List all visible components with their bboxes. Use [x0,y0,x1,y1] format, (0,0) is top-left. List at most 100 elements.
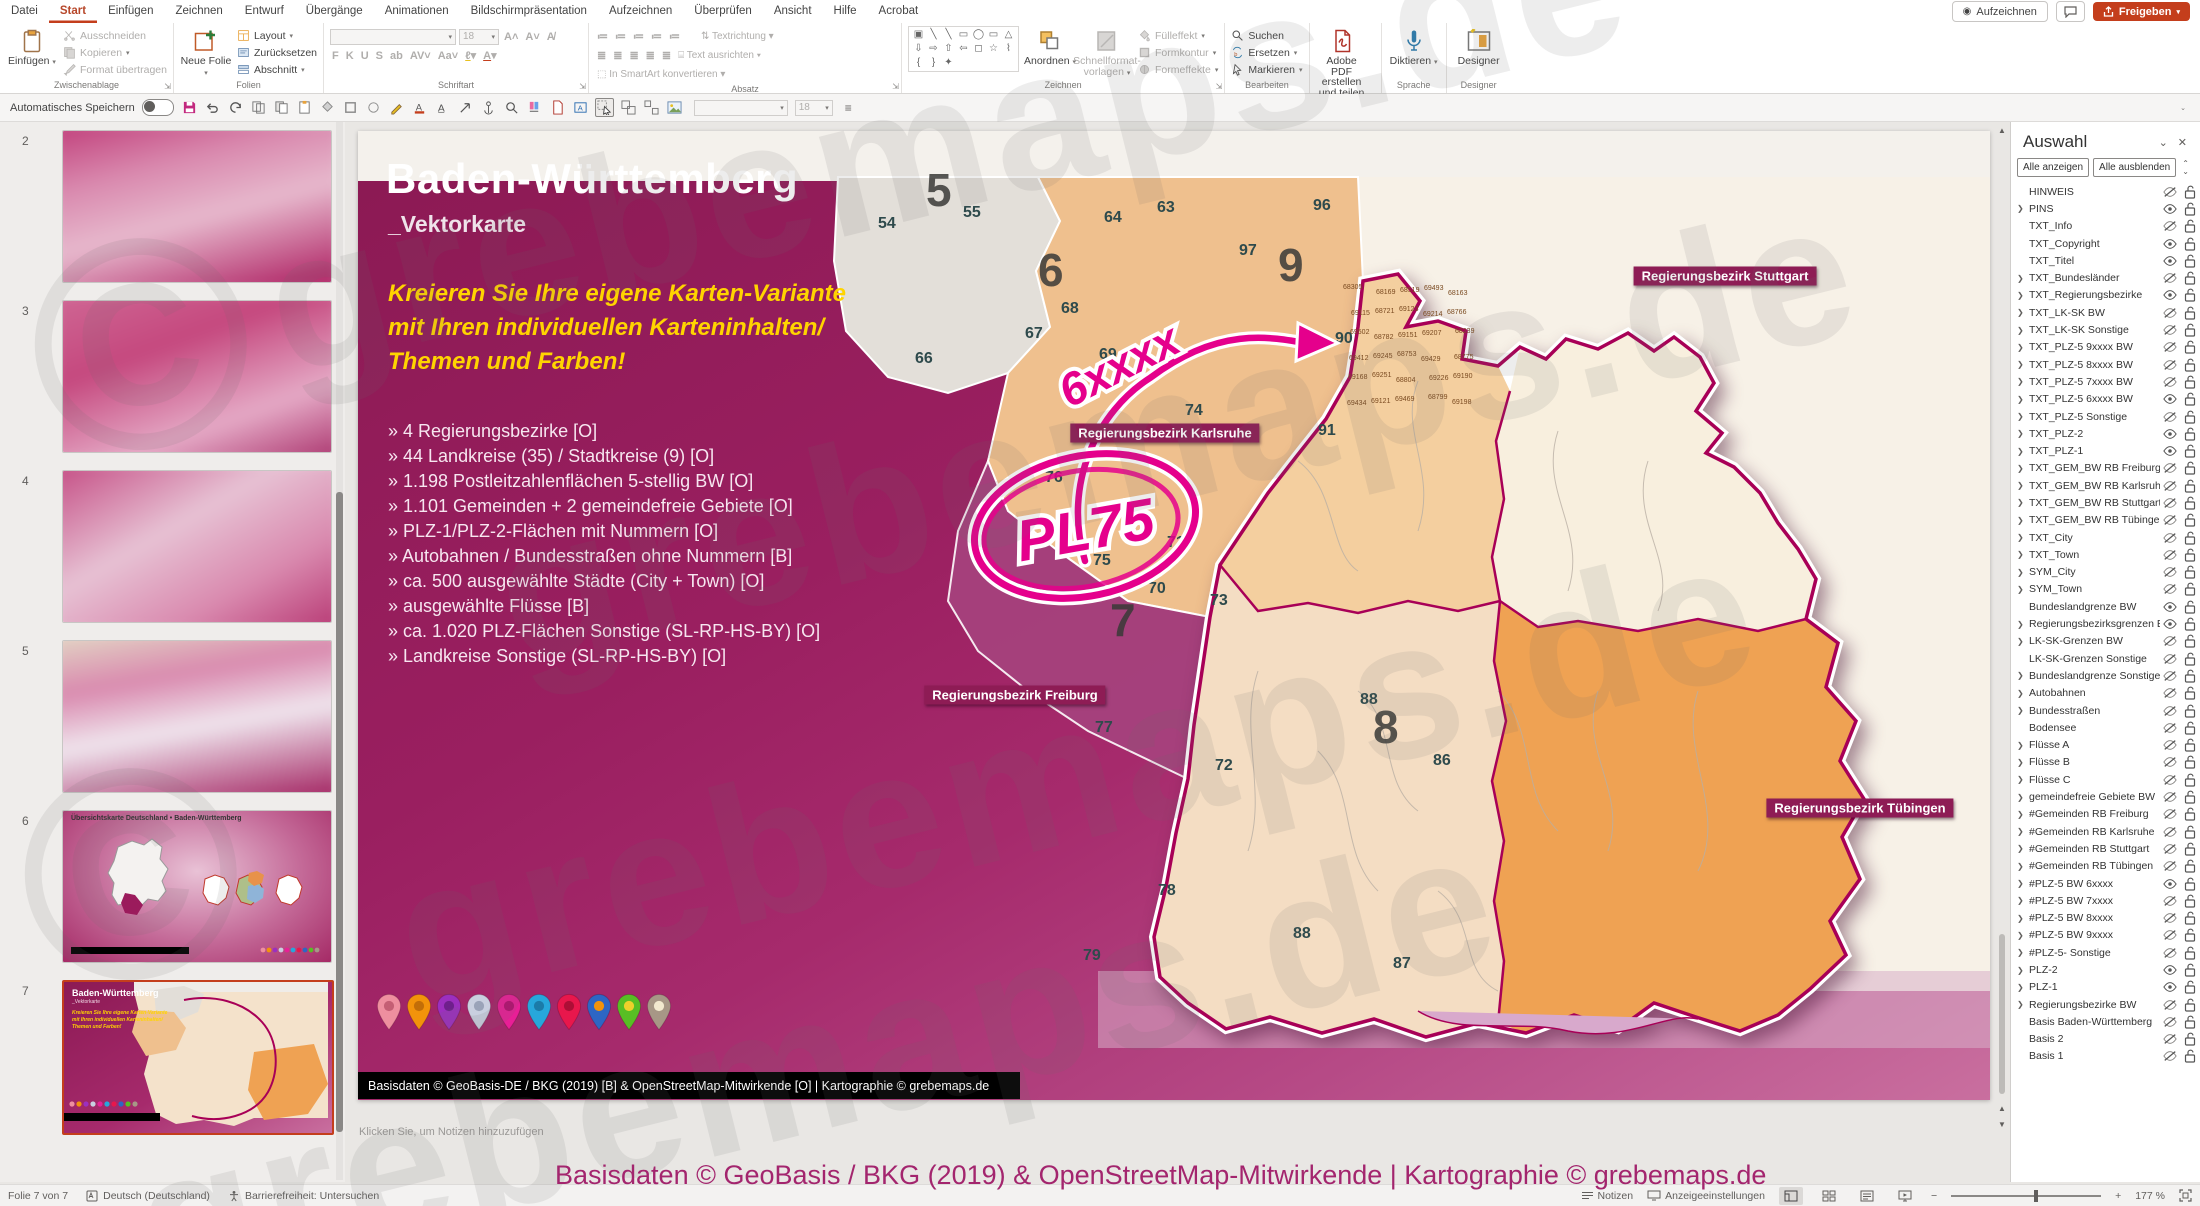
visibility-hidden-icon[interactable] [2160,376,2180,388]
layer-name[interactable]: Bundeslandgrenze BW [2029,601,2160,613]
unlocked-icon[interactable] [2180,894,2200,908]
layer-row-txt-plz-2[interactable]: ❯TXT_PLZ-2 [2011,425,2200,442]
cut-button[interactable]: Ausschneiden [63,28,167,43]
visibility-hidden-icon[interactable] [2160,583,2180,595]
unlocked-icon[interactable] [2180,461,2200,475]
unlocked-icon[interactable] [2180,1032,2200,1046]
slide-thumbnail-3[interactable] [62,300,332,453]
format-painter-button[interactable]: Format übertragen [63,62,167,77]
unlocked-icon[interactable] [2180,859,2200,873]
change-case-button[interactable]: Aa˅ [436,50,461,62]
layer-row-gemeindefreie-gebiete-bw[interactable]: ❯gemeindefreie Gebiete BW [2011,788,2200,805]
ribbon-collapse-chevron[interactable]: ⌄ [2180,104,2200,112]
tab-hilfe[interactable]: Hilfe [823,0,868,23]
smartart-button[interactable]: ⬚ In SmartArt konvertieren ▾ [595,69,727,80]
layer-name[interactable]: Regierungsbezirksgrenzen BW [2029,618,2160,630]
feature-bullet-list[interactable]: » 4 Regierungsbezirke [O]» 44 Landkreise… [388,419,820,669]
unlocked-icon[interactable] [2180,185,2200,199]
shape-glyph-6[interactable]: △ [1001,28,1016,42]
visibility-hidden-icon[interactable] [2160,1033,2180,1045]
unlocked-icon[interactable] [2180,323,2200,337]
layer-name[interactable]: HINWEIS [2029,186,2160,198]
layer-name[interactable]: #PLZ-5 BW 9xxxx [2029,929,2160,941]
tab-bildschirmpräsentation[interactable]: Bildschirmpräsentation [460,0,598,23]
layer-name[interactable]: TXT_Bundesländer [2029,272,2160,284]
layer-row-bundesstra-en[interactable]: ❯Bundesstraßen [2011,702,2200,719]
layer-row-autobahnen[interactable]: ❯Autobahnen [2011,685,2200,702]
promo-text[interactable]: Kreieren Sie Ihre eigene Karten-Variante… [388,277,846,379]
layer-row-plz-2[interactable]: ❯PLZ-2 [2011,961,2200,978]
visibility-hidden-icon[interactable] [2160,929,2180,941]
unlocked-icon[interactable] [2180,998,2200,1012]
visibility-hidden-icon[interactable] [2160,635,2180,647]
expander-chevron-icon[interactable]: ❯ [2017,775,2029,784]
unlocked-icon[interactable] [2180,237,2200,251]
slide-thumbnail-4[interactable] [62,470,332,623]
layout-button[interactable]: Layout▾ [237,28,317,43]
unlocked-icon[interactable] [2180,686,2200,700]
layer-name[interactable]: LK-SK-Grenzen BW [2029,635,2160,647]
visibility-hidden-icon[interactable] [2160,514,2180,526]
zoom-slider[interactable] [1951,1195,2101,1197]
visibility-eye-icon[interactable] [2160,255,2180,267]
layer-name[interactable]: TXT_Regierungsbezirke [2029,289,2160,301]
text-direction-button[interactable]: ⇅ Textrichtung ▾ [699,31,776,42]
visibility-hidden-icon[interactable] [2160,220,2180,232]
bold-button[interactable]: F [330,50,341,62]
new-slide-button[interactable]: Neue Folie ▾ [180,26,232,79]
shape-glyph-5[interactable]: ▭ [986,28,1001,42]
unlocked-icon[interactable] [2180,946,2200,960]
layer-row-sym-city[interactable]: ❯SYM_City [2011,564,2200,581]
shape-glyph-12[interactable]: ☆ [986,42,1001,56]
expander-chevron-icon[interactable]: ❯ [2017,498,2029,507]
tab-start[interactable]: Start [49,0,97,23]
highlighter-icon[interactable] [526,99,543,116]
accessibility-status[interactable]: Barrierefreiheit: Untersuchen [228,1190,379,1202]
paste-button[interactable]: Einfügen ▾ [6,26,58,69]
unlocked-icon[interactable] [2180,358,2200,372]
layer-name[interactable]: TXT_GEM_BW RB Karlsruhe [2029,480,2160,492]
unlocked-icon[interactable] [2180,340,2200,354]
dialog-launcher-icon[interactable]: ⇲ [1216,82,1223,91]
shape-glyph-8[interactable]: ⇨ [926,42,941,56]
copy-style-icon[interactable] [250,99,267,116]
expander-chevron-icon[interactable]: ❯ [2017,983,2029,992]
unlocked-icon[interactable] [2180,911,2200,925]
layer-name[interactable]: TXT_PLZ-5 9xxxx BW [2029,341,2160,353]
layer-name[interactable]: TXT_GEM_BW RB Tübingen [2029,514,2160,526]
paste-special-icon[interactable] [296,99,313,116]
unlocked-icon[interactable] [2180,565,2200,579]
visibility-eye-icon[interactable] [2160,618,2180,630]
layer-row-bodensee[interactable]: Bodensee [2011,719,2200,736]
region-label[interactable]: Regierungsbezirk Karlsruhe [1070,424,1259,443]
unlocked-icon[interactable] [2180,288,2200,302]
shape-glyph-16[interactable]: ✦ [941,56,956,70]
visibility-hidden-icon[interactable] [2160,843,2180,855]
unlocked-icon[interactable] [2180,444,2200,458]
expander-chevron-icon[interactable]: ❯ [2017,706,2029,715]
undo-icon[interactable] [204,99,221,116]
layer-row-basis-2[interactable]: Basis 2 [2011,1031,2200,1048]
layer-row-hinweis[interactable]: HINWEIS [2011,183,2200,200]
align-right-button[interactable]: ≣ [627,49,640,62]
layer-name[interactable]: TXT_Copyright [2029,238,2160,250]
replace-button[interactable]: bErsetzen▾ [1231,45,1302,60]
layer-row-txt-info[interactable]: TXT_Info [2011,218,2200,235]
visibility-eye-icon[interactable] [2160,238,2180,250]
indent-button[interactable]: ≔ [649,30,664,43]
layer-name[interactable]: TXT_PLZ-1 [2029,445,2160,457]
visibility-eye-icon[interactable] [2160,203,2180,215]
zoom-icon[interactable] [503,99,520,116]
layer-name[interactable]: PLZ-1 [2029,981,2160,993]
expander-chevron-icon[interactable]: ❯ [2017,637,2029,646]
layer-row-txt-lk-sk-bw[interactable]: ❯TXT_LK-SK BW [2011,304,2200,321]
visibility-hidden-icon[interactable] [2160,497,2180,509]
arrow-icon[interactable] [457,99,474,116]
layer-row-txt-regierungsbezirke[interactable]: ❯TXT_Regierungsbezirke [2011,287,2200,304]
shape-glyph-4[interactable]: ◯ [971,28,986,42]
shape-effects-icon[interactable] [365,99,382,116]
columns-button[interactable]: ≣ [660,49,673,62]
layer-row-txt-gem-bw-rb-freiburg[interactable]: ❯TXT_GEM_BW RB Freiburg [2011,460,2200,477]
shape-glyph-9[interactable]: ⇧ [941,42,956,56]
justify-button[interactable]: ≣ [644,49,657,62]
